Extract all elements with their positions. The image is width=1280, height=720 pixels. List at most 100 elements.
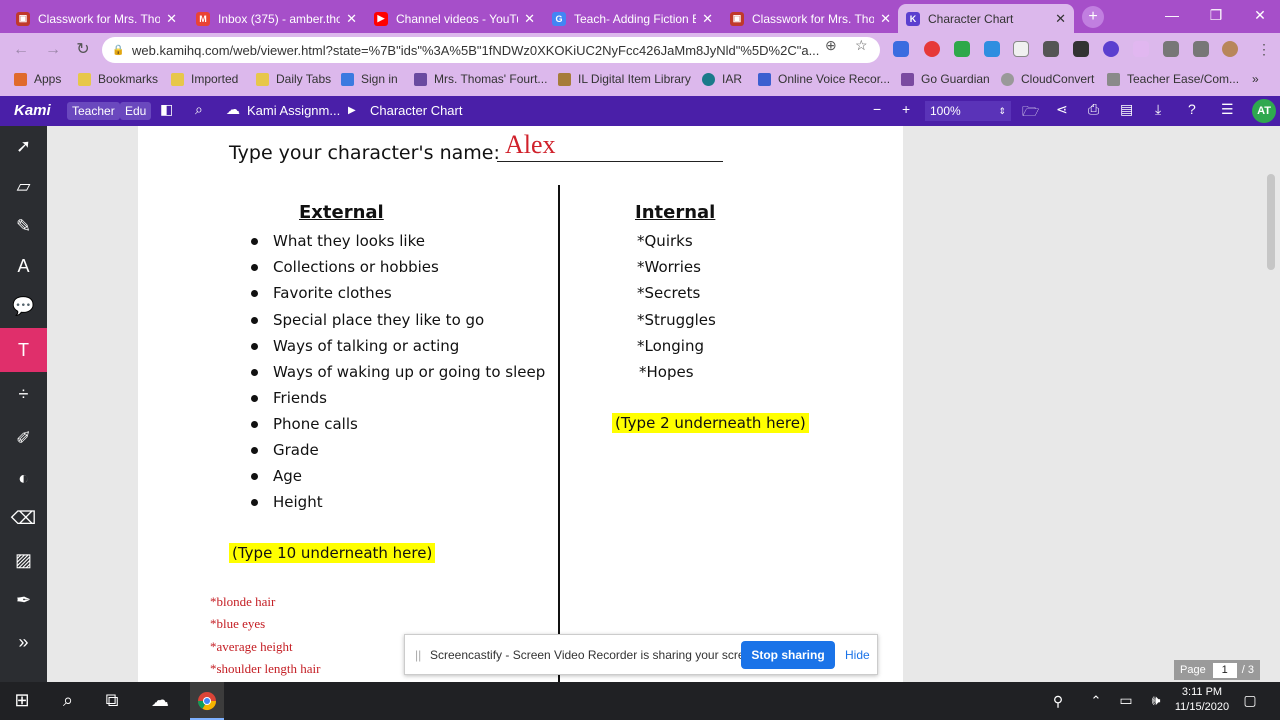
close-icon[interactable]: ✕	[1055, 11, 1066, 27]
extension-icon[interactable]	[984, 41, 1000, 57]
people-icon[interactable]: ⚲	[1038, 693, 1078, 710]
search-icon[interactable]: ⌕	[195, 101, 203, 118]
tab-teach[interactable]: G Teach- Adding Fiction E ✕	[544, 4, 721, 33]
bookmark-apps[interactable]: Apps	[14, 72, 61, 86]
extension-icon[interactable]	[954, 41, 970, 57]
qr-extension-icon[interactable]	[1073, 41, 1089, 57]
tab-gmail[interactable]: M Inbox (375) - amber.tho ✕	[188, 4, 365, 33]
hide-button[interactable]: Hide	[845, 648, 870, 662]
page-label: Page	[1180, 664, 1206, 676]
notifications-icon[interactable]: ▢	[1230, 692, 1270, 709]
task-view-icon[interactable]: ⧉	[92, 690, 132, 711]
tab-classwork-2[interactable]: ▣ Classwork for Mrs. Thor ✕	[722, 4, 899, 33]
tab-title: Channel videos - YouTu	[396, 11, 519, 26]
share-icon[interactable]: ⋖	[1056, 101, 1068, 118]
zoom-select[interactable]: 100% ⇕	[925, 101, 1011, 121]
expand-rail-icon[interactable]: »	[0, 622, 47, 662]
bookmark-il-digital[interactable]: IL Digital Item Library	[558, 72, 691, 86]
search-icon[interactable]: ⌕	[48, 690, 88, 711]
windows-start-icon[interactable]: ⊞	[2, 690, 42, 711]
answer-text[interactable]: *average height	[210, 639, 293, 655]
extension-icon[interactable]	[1043, 41, 1059, 57]
close-icon[interactable]: ✕	[880, 11, 891, 27]
puzzle-icon[interactable]	[1163, 41, 1179, 57]
list-item: Grade	[251, 441, 319, 459]
eraser-tool-icon[interactable]: ⌫	[0, 498, 47, 538]
comment-tool-icon[interactable]: 💬	[0, 286, 47, 326]
window-close-icon[interactable]: ✕	[1238, 0, 1280, 30]
print-icon[interactable]: ⎙	[1088, 101, 1099, 118]
profile-avatar[interactable]	[1222, 41, 1238, 57]
vertical-scrollbar[interactable]	[1267, 174, 1275, 270]
answer-text[interactable]: *blonde hair	[210, 594, 275, 610]
signature-tool-icon[interactable]: ✒	[0, 580, 47, 620]
new-tab-button[interactable]: +	[1082, 6, 1104, 28]
bookmark-go-guardian[interactable]: Go Guardian	[901, 72, 990, 86]
sidebar-toggle-icon[interactable]: ◧	[160, 101, 173, 118]
bookmark-teacher-ease[interactable]: Teacher Ease/Com...	[1107, 72, 1239, 86]
stop-sharing-button[interactable]: Stop sharing	[741, 641, 835, 669]
tab-youtube[interactable]: ▶ Channel videos - YouTu ✕	[366, 4, 543, 33]
reload-icon[interactable]: ↻	[72, 39, 94, 61]
bookmark-imported[interactable]: Imported	[171, 72, 238, 86]
kami-extension-icon[interactable]	[1103, 41, 1119, 57]
minimize-icon[interactable]: —	[1150, 0, 1194, 30]
image-tool-icon[interactable]: ▨	[0, 540, 47, 580]
bookmark-cloudconvert[interactable]: CloudConvert	[1001, 72, 1094, 86]
open-folder-icon[interactable]: 🗁	[1022, 101, 1039, 125]
page-counter: Page 1 / 3	[1174, 660, 1260, 680]
bookmark-bookmarks[interactable]: Bookmarks	[78, 72, 158, 86]
bookmark-sign-in[interactable]: Sign in	[341, 72, 398, 86]
chrome-taskbar-icon[interactable]	[190, 682, 224, 720]
hamburger-menu-icon[interactable]: ☰	[1221, 101, 1234, 118]
menu-icon[interactable]: ⋮	[1256, 41, 1272, 57]
markup-tool-icon[interactable]: ▱	[0, 166, 47, 206]
forward-icon[interactable]: →	[42, 39, 64, 61]
zoom-in-icon[interactable]: +	[902, 101, 910, 117]
clock[interactable]: 3:11 PM 11/15/2020	[1170, 685, 1234, 715]
close-icon[interactable]: ✕	[346, 11, 357, 27]
bookmark-star-icon[interactable]: ☆	[855, 37, 868, 54]
more-bookmarks-icon[interactable]: »	[1252, 72, 1259, 86]
page-number-input[interactable]: 1	[1212, 662, 1237, 678]
equation-icon[interactable]: ÷	[0, 374, 47, 414]
answer-text[interactable]: *shoulder length hair	[210, 661, 320, 677]
back-icon[interactable]: ←	[10, 39, 32, 61]
reading-list-icon[interactable]	[1193, 41, 1209, 57]
close-icon[interactable]: ✕	[702, 11, 713, 27]
zoom-out-icon[interactable]: −	[873, 101, 881, 117]
download-icon[interactable]: ⤓	[1155, 101, 1161, 118]
select-tool-icon[interactable]: ➚	[0, 126, 47, 166]
name-label: Type your character's name:	[229, 142, 500, 164]
cloud-icon	[1001, 72, 1014, 86]
install-icon[interactable]: ⊕	[825, 37, 837, 54]
drag-handle-icon[interactable]: ||	[415, 648, 421, 662]
text-tool-icon[interactable]: T	[0, 328, 47, 372]
bookmark-voice-recorder[interactable]: Online Voice Recor...	[758, 72, 890, 86]
answer-text[interactable]: *blue eyes	[210, 616, 265, 632]
close-icon[interactable]: ✕	[166, 11, 177, 27]
close-icon[interactable]: ✕	[524, 11, 535, 27]
breadcrumb[interactable]: Kami Assignm...	[247, 103, 340, 118]
tab-character-chart[interactable]: K Character Chart ✕	[898, 4, 1074, 33]
name-value[interactable]: Alex	[505, 130, 556, 160]
save-icon[interactable]: ▤	[1120, 101, 1133, 118]
extension-icon[interactable]	[1013, 41, 1029, 57]
maximize-icon[interactable]: ❐	[1194, 0, 1238, 30]
tab-classwork-1[interactable]: ▣ Classwork for Mrs. Thor ✕	[8, 4, 185, 33]
extension-icon[interactable]	[1133, 41, 1149, 57]
highlighter-tool-icon[interactable]: ✎	[0, 206, 47, 246]
shapes-tool-icon[interactable]: ◐	[0, 458, 47, 498]
bookmark-iar[interactable]: IAR	[702, 72, 742, 86]
user-avatar[interactable]: AT	[1252, 99, 1276, 123]
address-bar[interactable]: 🔒 web.kamihq.com/web/viewer.html?state=%…	[102, 37, 880, 63]
extension-icon[interactable]	[893, 41, 909, 57]
external-heading: External	[299, 202, 384, 223]
drawing-tool-icon[interactable]: ✐	[0, 418, 47, 458]
equation-tool-icon[interactable]: A	[0, 246, 47, 286]
record-extension-icon[interactable]	[924, 41, 940, 57]
app-icon[interactable]: ☁	[140, 690, 180, 711]
bookmark-mrs-thomas[interactable]: Mrs. Thomas' Fourt...	[414, 72, 547, 86]
bookmark-daily-tabs[interactable]: Daily Tabs	[256, 72, 331, 86]
help-icon[interactable]: ?	[1188, 101, 1196, 117]
